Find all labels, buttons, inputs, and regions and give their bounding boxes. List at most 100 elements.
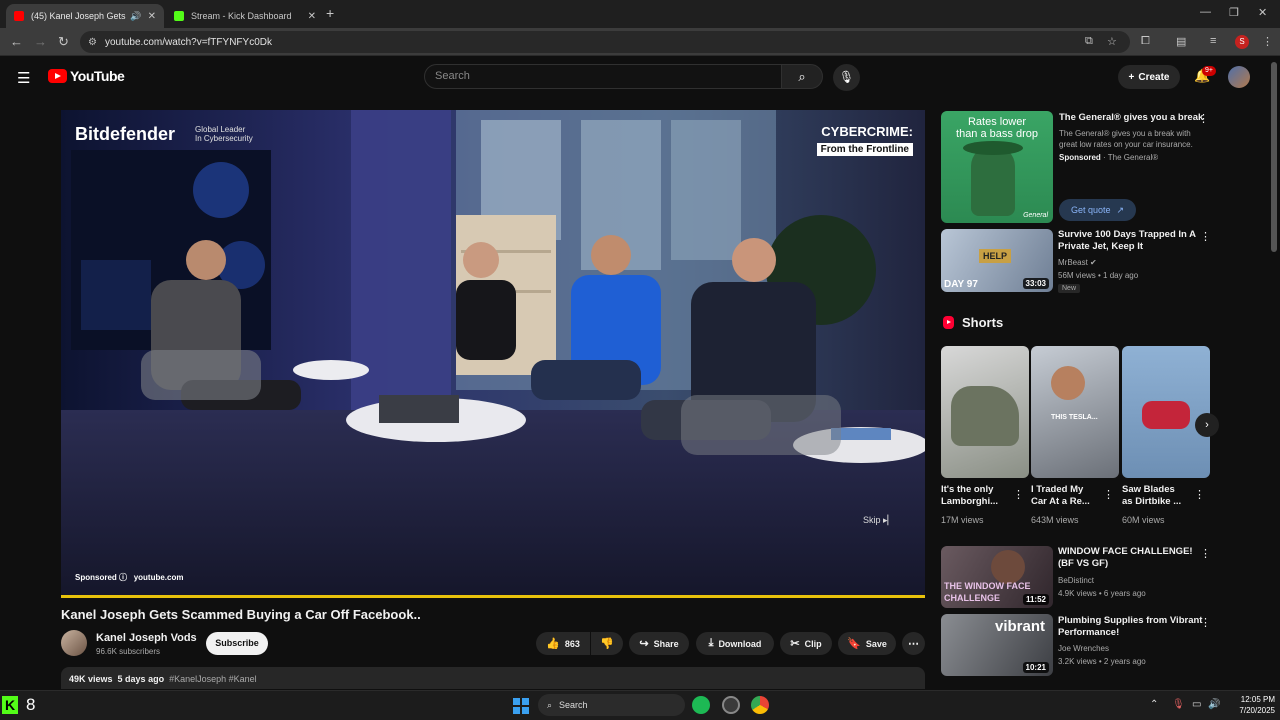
ad-title[interactable]: The General® gives you a break xyxy=(1059,112,1203,124)
short-title[interactable]: I Traded My Car At a Re... xyxy=(1031,484,1090,508)
app-icon[interactable] xyxy=(722,696,740,714)
short-title-line1: Saw Blades xyxy=(1122,484,1175,495)
subscribe-button[interactable]: Subscribe xyxy=(206,632,268,655)
youtube-logo[interactable]: YouTube xyxy=(48,68,125,84)
video-player[interactable]: Bitdefender Global Leader In Cybersecuri… xyxy=(61,110,925,598)
video-title[interactable]: Survive 100 Days Trapped In A Private Je… xyxy=(1058,229,1196,253)
microphone-icon[interactable]: 🎙 xyxy=(1172,699,1185,710)
bookmark-star-icon[interactable]: ☆ xyxy=(1107,35,1117,48)
more-vertical-icon[interactable]: ⋮ xyxy=(1200,616,1211,629)
url-bar[interactable]: ⚙ youtube.com/watch?v=fTFYNFYc0Dk xyxy=(80,31,1130,53)
channel-name[interactable]: Joe Wrenches xyxy=(1058,643,1109,654)
short-title-line1: It's the only xyxy=(941,484,994,495)
tab-youtube[interactable]: (45) Kanel Joseph Gets Scam 🔊 ✕ xyxy=(6,4,164,28)
video-meta: 56M views • 1 day ago xyxy=(1058,271,1139,280)
reload-icon[interactable]: ↻ xyxy=(58,34,69,50)
system-clock[interactable]: 12:05 PM 7/20/2025 xyxy=(1225,694,1275,716)
tab-kick-dashboard[interactable]: Stream - Kick Dashboard ✕ xyxy=(166,4,324,28)
channel-name[interactable]: Kanel Joseph Vods xyxy=(96,632,197,644)
bookmark-icon: 🔖 xyxy=(847,638,861,650)
more-vertical-icon[interactable]: ⋮ xyxy=(1194,488,1205,501)
video-thumbnail[interactable]: THE WINDOW FACE CHALLENGE 11:52 xyxy=(941,546,1053,608)
short-title[interactable]: Saw Blades as Dirtbike ... xyxy=(1122,484,1181,508)
clock-date: 7/20/2025 xyxy=(1239,706,1275,715)
thumb-caption: DAY 97 xyxy=(944,279,978,290)
video-frame-image xyxy=(61,110,925,598)
channel-name[interactable]: BeDistinct xyxy=(1058,575,1094,586)
brand-tagline: Global Leader In Cybersecurity xyxy=(195,125,253,143)
volume-icon[interactable]: 🔊 xyxy=(1208,699,1220,710)
restore-icon[interactable]: ❐ xyxy=(1229,6,1239,19)
description-box[interactable]: 49K views 5 days ago #KanelJoseph #Kanel xyxy=(61,667,925,689)
shorts-next-arrow-icon[interactable]: › xyxy=(1195,413,1219,437)
clip-button[interactable]: ✂ Clip xyxy=(780,632,832,655)
ad-thumbnail[interactable]: Rates lower than a bass drop General xyxy=(941,111,1053,223)
info-icon[interactable]: ⓘ xyxy=(119,573,127,582)
search-button[interactable]: ⌕ xyxy=(781,64,823,89)
short-thumbnail[interactable]: THIS TESLA... xyxy=(1031,346,1119,478)
media-controls-icon[interactable]: ≡ xyxy=(1210,35,1216,47)
hashtags[interactable]: #KanelJoseph #Kanel xyxy=(169,674,257,684)
voice-search-button[interactable]: 🎙 xyxy=(833,64,860,91)
channel-name[interactable]: MrBeast ✔ xyxy=(1058,257,1097,268)
dislike-button[interactable]: 👎 xyxy=(591,632,623,655)
short-thumbnail[interactable] xyxy=(1122,346,1210,478)
ad-thumb-line1: Rates lower xyxy=(967,116,1027,128)
create-button[interactable]: + Create xyxy=(1118,65,1180,89)
more-menu-icon[interactable]: ⋮ xyxy=(1262,35,1273,48)
spotify-icon[interactable] xyxy=(692,696,710,714)
new-tab-button[interactable]: + xyxy=(326,5,334,21)
back-icon[interactable]: ← xyxy=(10,34,23,49)
install-app-icon[interactable]: ⧉ xyxy=(1085,35,1093,48)
ad-domain-link[interactable]: youtube.com xyxy=(134,573,184,582)
windows-start-icon[interactable] xyxy=(513,698,529,714)
kick-app-icon[interactable]: K xyxy=(2,696,18,714)
close-tab-icon[interactable]: ✕ xyxy=(148,11,156,22)
more-vertical-icon[interactable]: ⋮ xyxy=(1103,488,1114,501)
video-title[interactable]: WINDOW FACE CHALLENGE! (BF VS GF) xyxy=(1058,546,1193,570)
channel-avatar[interactable] xyxy=(61,630,87,656)
site-info-icon[interactable]: ⚙ xyxy=(88,37,97,48)
taskbar-search[interactable]: ⌕ Search xyxy=(538,694,685,716)
more-vertical-icon[interactable]: ⋮ xyxy=(1200,230,1211,243)
share-button[interactable]: ↪ Share xyxy=(629,632,689,655)
page-scrollbar[interactable] xyxy=(1271,62,1277,252)
notification-count-badge: 9+ xyxy=(1202,66,1216,76)
side-panel-icon[interactable]: ▤ xyxy=(1176,35,1186,48)
speaker-icon[interactable]: 🔊 xyxy=(130,11,141,22)
short-thumbnail[interactable] xyxy=(941,346,1029,478)
channel-label: MrBeast xyxy=(1058,258,1088,267)
search-input[interactable]: Search xyxy=(424,64,782,89)
tray-overflow-icon[interactable]: ⌃ xyxy=(1150,699,1158,710)
search-icon: ⌕ xyxy=(798,69,806,84)
video-thumbnail[interactable]: HELP DAY 97 33:03 xyxy=(941,229,1053,292)
more-vertical-icon[interactable]: ⋮ xyxy=(1200,547,1211,560)
more-vertical-icon[interactable]: ⋮ xyxy=(1013,488,1024,501)
video-title[interactable]: Plumbing Supplies from Vibrant Performan… xyxy=(1058,615,1202,639)
ad-sponsor-line: Sponsored · The General® xyxy=(1059,153,1159,162)
like-button[interactable]: 👍 863 xyxy=(536,632,590,655)
skip-ad-button[interactable]: Skip ▸▏ xyxy=(863,515,894,526)
search-icon: ⌕ xyxy=(547,699,553,710)
download-button[interactable]: ⤓ Download xyxy=(696,632,774,655)
display-icon[interactable]: ▭ xyxy=(1192,699,1201,710)
close-window-icon[interactable]: ✕ xyxy=(1258,6,1267,19)
chrome-icon[interactable] xyxy=(751,696,769,714)
profile-avatar[interactable]: S xyxy=(1235,35,1249,49)
get-quote-button[interactable]: Get quote ↗ xyxy=(1059,199,1136,221)
video-thumbnail[interactable]: vibrant 10:21 xyxy=(941,614,1053,676)
account-avatar[interactable] xyxy=(1228,66,1250,88)
save-button[interactable]: 🔖 Save xyxy=(838,632,896,655)
skip-label: Skip xyxy=(863,515,881,525)
more-vertical-icon[interactable]: ⋮ xyxy=(1198,112,1209,125)
close-tab-icon[interactable]: ✕ xyxy=(308,11,316,22)
taskbar-search-label: Search xyxy=(559,700,588,710)
tab-title: Stream - Kick Dashboard xyxy=(191,11,292,21)
forward-icon[interactable]: → xyxy=(34,34,47,49)
menu-icon[interactable]: ☰ xyxy=(17,69,30,87)
extensions-icon[interactable]: ⧠ xyxy=(1141,35,1150,48)
minimize-icon[interactable]: — xyxy=(1200,6,1211,18)
more-actions-button[interactable]: ⋯ xyxy=(902,632,925,655)
short-title[interactable]: It's the only Lamborghi... xyxy=(941,484,998,508)
skip-next-icon: ▸▏ xyxy=(883,515,895,525)
